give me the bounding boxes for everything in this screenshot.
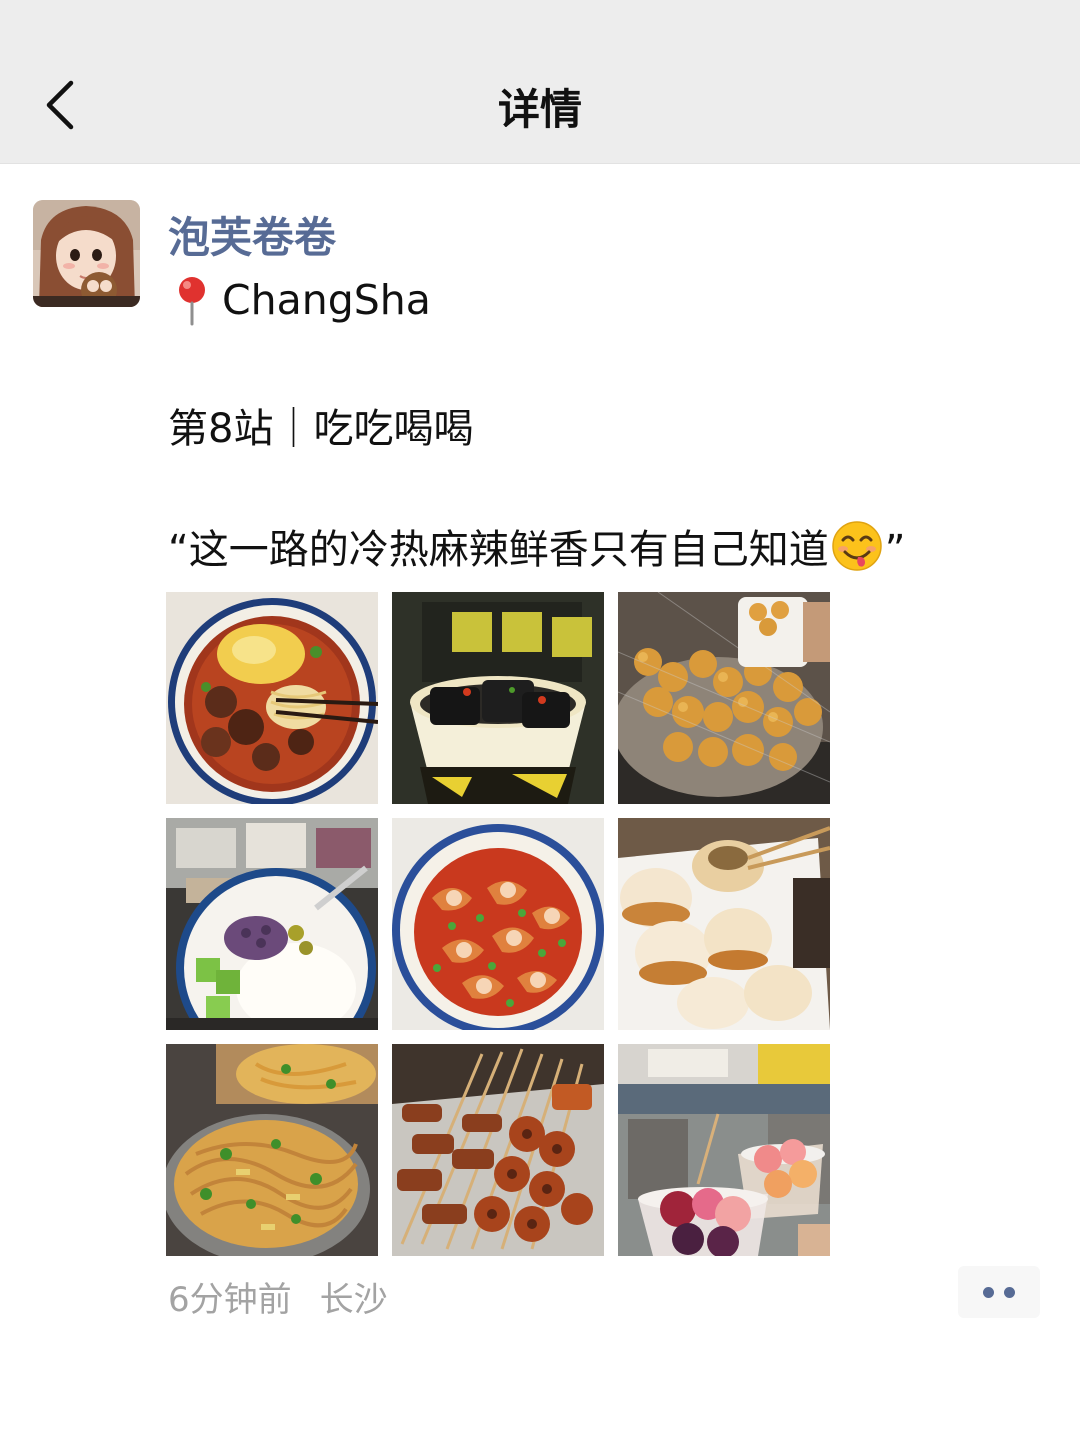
beef-noodle-bowl-photo[interactable] bbox=[166, 592, 378, 804]
page-title: 详情 bbox=[497, 85, 582, 134]
stinky-tofu-cup-photo[interactable] bbox=[392, 592, 604, 804]
spicy-shrimp-plate-photo[interactable] bbox=[392, 818, 604, 1030]
author-name[interactable]: 泡芙卷卷 bbox=[168, 204, 336, 265]
cold-noodle-salad-photo[interactable] bbox=[166, 1044, 378, 1256]
more-dots-icon bbox=[983, 1286, 994, 1298]
location-text: ChangSha bbox=[222, 276, 431, 324]
pan-fried-buns-photo[interactable] bbox=[618, 818, 830, 1030]
fruit-cups-street-photo[interactable] bbox=[618, 1044, 830, 1256]
fried-dough-balls-photo[interactable] bbox=[618, 592, 830, 804]
post-text-line-1: 第8站｜吃吃喝喝 bbox=[168, 406, 474, 452]
grilled-skewers-photo[interactable] bbox=[392, 1044, 604, 1256]
face-savoring-food-emoji bbox=[831, 521, 882, 571]
photo-grid bbox=[166, 592, 830, 1256]
more-actions-button[interactable] bbox=[958, 1266, 1040, 1318]
post-city[interactable]: 长沙 bbox=[320, 1280, 388, 1320]
location-tag: ChangSha bbox=[172, 272, 431, 328]
post-quote-text: “这一路的冷热麻辣鲜香只有自己知道 bbox=[168, 527, 829, 573]
dessert-bowl-photo[interactable] bbox=[166, 818, 378, 1030]
post-quote-close: ” bbox=[884, 527, 906, 573]
avatar[interactable] bbox=[33, 200, 140, 307]
post-time: 6分钟前 bbox=[168, 1280, 292, 1320]
more-dots-icon-dot bbox=[1004, 1286, 1015, 1298]
post-meta: 6分钟前 长沙 bbox=[168, 1272, 388, 1321]
post-text-line-2: “这一路的冷热麻辣鲜香只有自己知道 ” bbox=[168, 517, 905, 575]
navigation-bar: 详情 bbox=[0, 0, 1080, 164]
round-pushpin-icon bbox=[179, 277, 205, 326]
